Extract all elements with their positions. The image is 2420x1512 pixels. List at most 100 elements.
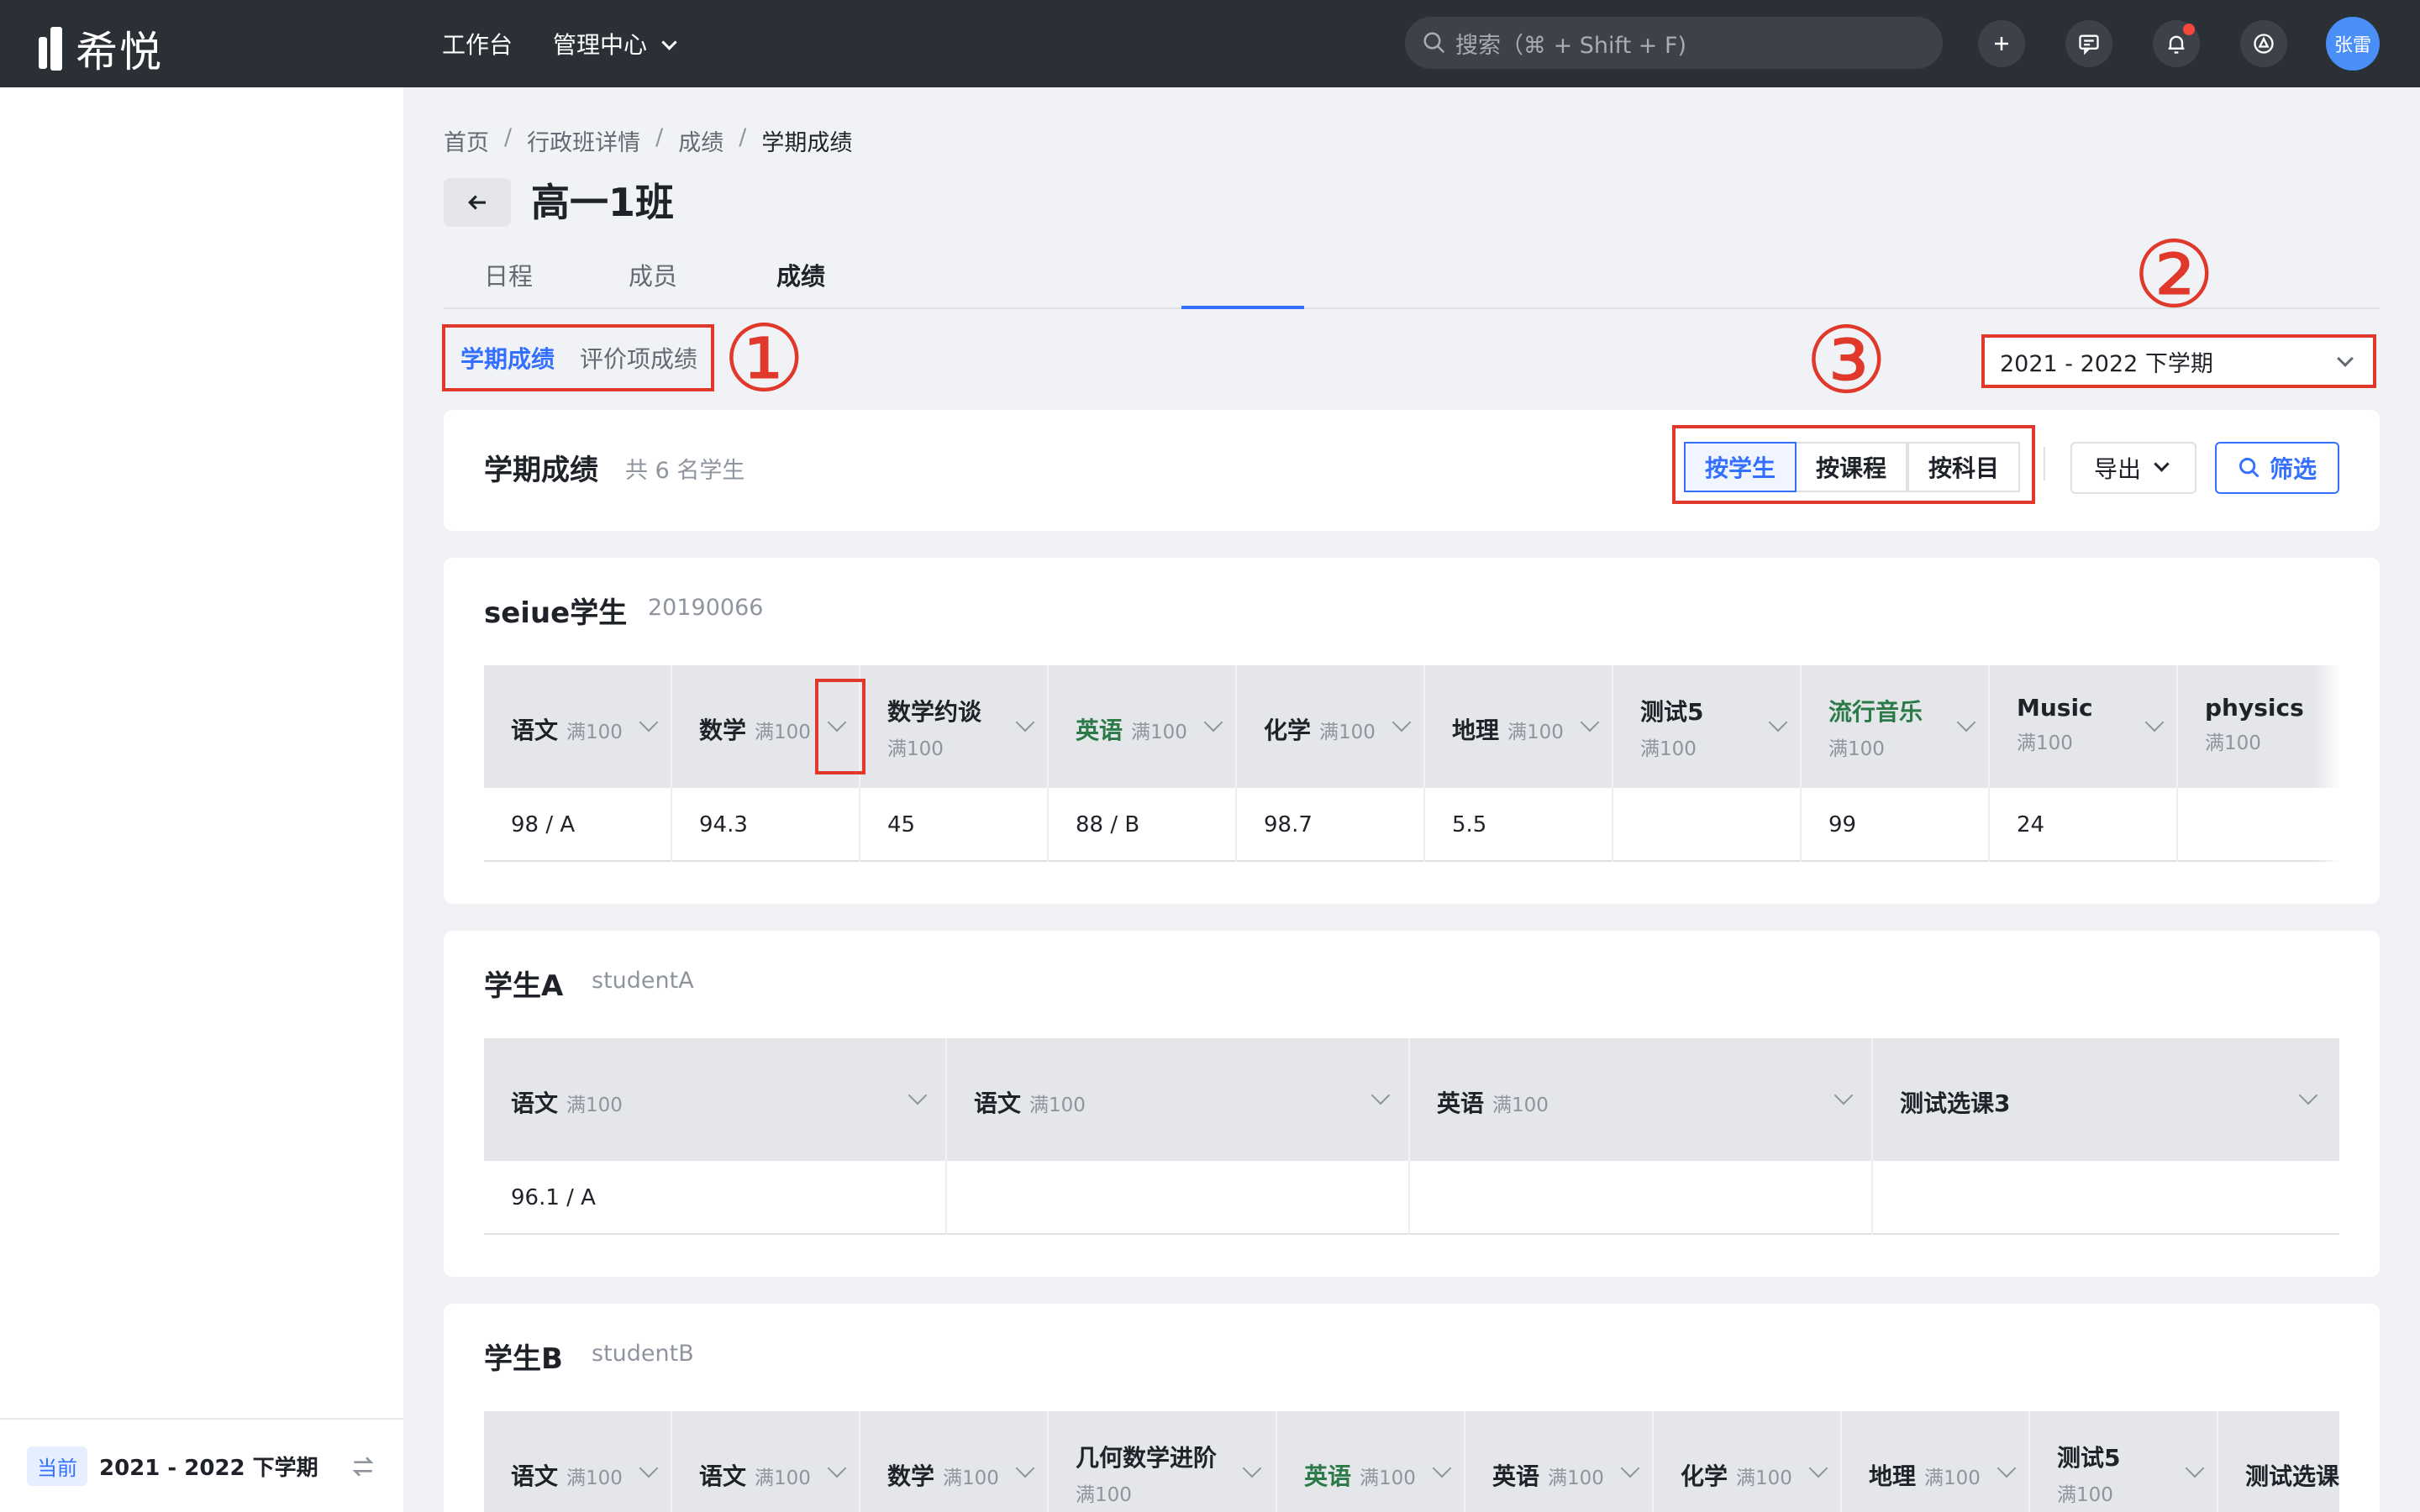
- grade-cell[interactable]: 98.7: [1237, 788, 1425, 862]
- column-header[interactable]: 语文 满100: [484, 1038, 947, 1161]
- chevron-down-icon[interactable]: [1392, 712, 1412, 732]
- chevron-down-icon[interactable]: [1833, 1085, 1854, 1105]
- chevron-down-icon[interactable]: [639, 712, 659, 732]
- search-icon: [2239, 458, 2260, 478]
- grade-cell[interactable]: [1410, 1161, 1873, 1235]
- grade-cell[interactable]: 24: [1990, 788, 2178, 862]
- column-header[interactable]: 语文 满100: [947, 1038, 1410, 1161]
- column-header[interactable]: 化学 满100: [1654, 1411, 1842, 1512]
- chevron-down-icon[interactable]: [2185, 1458, 2205, 1478]
- chevron-down-icon[interactable]: [1580, 712, 1600, 732]
- add-button[interactable]: [1978, 20, 2025, 67]
- breadcrumb: 首页 / 行政班详情 / 成绩 / 学期成绩: [444, 124, 852, 157]
- breadcrumb-separator: /: [504, 124, 513, 150]
- chevron-down-icon[interactable]: [827, 1458, 847, 1478]
- column-header[interactable]: 语文 满100: [672, 1411, 860, 1512]
- subtab-term-grades[interactable]: 学期成绩: [460, 341, 555, 375]
- student-name: seiue学生: [484, 596, 628, 630]
- tab-members[interactable]: 成员: [629, 257, 677, 292]
- notifications-button[interactable]: [2153, 20, 2200, 67]
- term-select[interactable]: 2021 - 2022 下学期: [1981, 334, 2376, 388]
- sidebar-term-switcher[interactable]: 当前 2021 - 2022 下学期: [0, 1418, 403, 1512]
- current-term-label: 2021 - 2022 下学期: [99, 1455, 318, 1481]
- grade-cell[interactable]: 88 / B: [1049, 788, 1237, 862]
- student-id: studentB: [592, 1341, 694, 1367]
- nav-manage-center[interactable]: 管理中心: [553, 27, 677, 60]
- annotation-1: ①: [723, 305, 806, 412]
- grade-cell[interactable]: 96.1 / A: [484, 1161, 947, 1235]
- swap-icon[interactable]: [350, 1453, 376, 1480]
- chevron-down-icon[interactable]: [1015, 1458, 1035, 1478]
- student-card: 学生B studentB 语文 满100 语文 满100 数学 满100 几何数学进阶…: [444, 1304, 2380, 1512]
- student-id: studentA: [592, 968, 694, 994]
- column-header[interactable]: 英语 满100: [1410, 1038, 1873, 1161]
- grade-cell[interactable]: [947, 1161, 1410, 1235]
- student-id: 20190066: [648, 595, 764, 621]
- chevron-down-icon[interactable]: [1242, 1458, 1262, 1478]
- export-button[interactable]: 导出: [2070, 442, 2196, 494]
- chevron-down-icon[interactable]: [1620, 1458, 1640, 1478]
- chevron-down-icon[interactable]: [1996, 1458, 2017, 1478]
- search-input[interactable]: 搜索（⌘ + Shift + F): [1405, 17, 1943, 69]
- chevron-down-icon[interactable]: [1768, 712, 1788, 732]
- view-by-student[interactable]: 按学生: [1684, 442, 1797, 492]
- column-header[interactable]: 测试选课3: [2218, 1411, 2339, 1512]
- column-header[interactable]: Music 满100: [1990, 665, 2178, 788]
- chevron-down-icon[interactable]: [2144, 712, 2165, 732]
- chevron-down-icon[interactable]: [639, 1458, 659, 1478]
- chevron-down-icon: [2154, 455, 2170, 472]
- user-avatar[interactable]: 张雷: [2326, 17, 2380, 71]
- chevron-down-icon[interactable]: [1808, 1458, 1828, 1478]
- column-header[interactable]: 化学 满100: [1237, 665, 1425, 788]
- grade-table-header: 语文 满100 语文 满100 英语 满100 测试选课3: [484, 1038, 2339, 1161]
- grade-table-header: 语文 满100 数学 满100 数学约谈 满100 英语 满100 化学 满100 地理满…: [484, 665, 2339, 788]
- app-center-button[interactable]: [2240, 20, 2287, 67]
- view-by-subject[interactable]: 按科目: [1907, 442, 2020, 492]
- column-header[interactable]: 数学约谈 满100: [860, 665, 1049, 788]
- grade-cell[interactable]: [1613, 788, 1802, 862]
- grade-cell[interactable]: 98 / A: [484, 788, 672, 862]
- breadcrumb-home[interactable]: 首页: [444, 124, 489, 157]
- column-header[interactable]: 地理 满100: [1425, 665, 1613, 788]
- app-logo[interactable]: 希悦: [39, 18, 163, 79]
- column-header[interactable]: 测试选课3: [1873, 1038, 2339, 1161]
- column-header[interactable]: 地理 满100: [1842, 1411, 2030, 1512]
- breadcrumb-class-detail[interactable]: 行政班详情: [527, 124, 640, 157]
- column-header[interactable]: 语文 满100: [484, 665, 672, 788]
- subtab-evaluation-grades[interactable]: 评价项成绩: [580, 341, 697, 375]
- column-header[interactable]: 流行音乐 满100: [1802, 665, 1990, 788]
- tab-grades[interactable]: 成绩: [776, 257, 825, 292]
- back-button[interactable]: [444, 178, 511, 227]
- column-header[interactable]: 英语 满100: [1465, 1411, 1654, 1512]
- table-row: 98 / A 94.3 45 88 / B 98.7 5.5 99 24: [484, 788, 2339, 862]
- view-by-course[interactable]: 按课程: [1795, 442, 1907, 492]
- grade-cell[interactable]: 99: [1802, 788, 1990, 862]
- grade-cell[interactable]: [1873, 1161, 2339, 1235]
- chevron-down-icon[interactable]: [1370, 1085, 1391, 1105]
- grade-cell[interactable]: 45: [860, 788, 1049, 862]
- annotation-3: ③: [1805, 307, 1888, 414]
- chevron-down-icon[interactable]: [1432, 1458, 1452, 1478]
- column-header[interactable]: 测试5 满100: [1613, 665, 1802, 788]
- chevron-down-icon[interactable]: [908, 1085, 928, 1105]
- column-header[interactable]: 英语 满100: [1277, 1411, 1465, 1512]
- column-header[interactable]: 英语 满100: [1049, 665, 1237, 788]
- column-header[interactable]: 几何数学进阶 满100: [1049, 1411, 1277, 1512]
- filter-button[interactable]: 筛选: [2215, 442, 2339, 494]
- arrow-left-icon: [468, 195, 486, 210]
- filter-label: 筛选: [2269, 455, 2317, 483]
- grade-cell[interactable]: 94.3: [672, 788, 860, 862]
- column-header[interactable]: 数学 满100: [860, 1411, 1049, 1512]
- grade-cell[interactable]: 5.5: [1425, 788, 1613, 862]
- tab-schedule[interactable]: 日程: [484, 257, 533, 292]
- nav-workbench[interactable]: 工作台: [442, 27, 513, 60]
- grade-table: 语文 满100 数学 满100 数学约谈 满100 英语 满100 化学 满100 地理满…: [484, 665, 2339, 862]
- chevron-down-icon[interactable]: [1203, 712, 1223, 732]
- chevron-down-icon[interactable]: [1015, 712, 1035, 732]
- column-header[interactable]: 语文 满100: [484, 1411, 672, 1512]
- chevron-down-icon[interactable]: [1956, 712, 1976, 732]
- chevron-down-icon[interactable]: [2298, 1085, 2318, 1105]
- column-header[interactable]: 测试5 满100: [2030, 1411, 2218, 1512]
- messages-button[interactable]: [2065, 20, 2112, 67]
- breadcrumb-grades[interactable]: 成绩: [678, 124, 723, 157]
